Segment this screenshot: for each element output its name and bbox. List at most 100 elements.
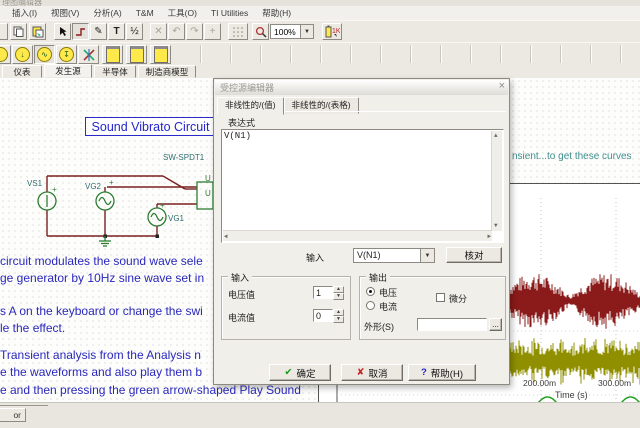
note-line-3: s A on the keyboard or change the swi [0, 304, 203, 318]
shape-browse-button[interactable]: ... [489, 318, 502, 331]
undo-button[interactable]: ↶ [168, 23, 185, 40]
current-source-icon: ↧ [59, 47, 74, 62]
menu-tm[interactable]: T&M [136, 8, 154, 18]
tab-nonlinear-value[interactable]: 非线性的/(值) [217, 97, 284, 115]
ellipsis-icon: ... [492, 320, 499, 329]
instrument-1-button[interactable] [102, 45, 123, 64]
select-tool-button[interactable] [54, 23, 71, 40]
toolbar-empty-cells [172, 45, 640, 63]
cursor-arrow-icon [59, 27, 66, 36]
voltage-value-field[interactable]: 1 [313, 286, 333, 299]
chevron-down-icon[interactable]: ▼ [300, 25, 313, 38]
cut-off-button[interactable] [0, 23, 8, 40]
spin-up-icon[interactable]: ▲ [333, 286, 344, 293]
label-u1b: U [205, 189, 211, 198]
close-icon[interactable]: × [499, 80, 505, 92]
input-variable-dropdown[interactable]: V(N1) ▼ [353, 248, 435, 263]
dialog-titlebar[interactable]: 受控源编辑器 [215, 80, 508, 95]
paste-icon[interactable] [29, 23, 46, 40]
menu-ti-utilities[interactable]: TI Utilities [211, 8, 248, 18]
tab-semiconductors[interactable]: 半导体 [94, 65, 136, 78]
menu-view[interactable]: 视图(V) [51, 7, 79, 19]
menu-help[interactable]: 帮助(H) [262, 7, 291, 19]
toolbar-components: ↓ ∿ ↧ [0, 42, 640, 66]
label-vg1: VG1 [168, 214, 185, 223]
voltage-generator-button[interactable]: ∿ [34, 45, 55, 64]
controlled-source-button[interactable] [78, 45, 99, 64]
instrument-icon [153, 46, 168, 63]
zoom-level-select[interactable]: 100% ▼ [270, 24, 314, 39]
help-button[interactable]: ? 帮助(H) [408, 364, 476, 381]
differential-checkbox[interactable] [436, 293, 445, 302]
menu-insert[interactable]: 插入(I) [12, 7, 37, 19]
verify-button[interactable]: 核对 [446, 247, 502, 263]
magnifier-icon [255, 26, 267, 38]
note-line-2: ge generator by 10Hz sine wave set in [0, 271, 205, 285]
text-tool-button[interactable]: T [108, 23, 125, 40]
wire-tool-button[interactable] [72, 23, 89, 40]
interactive-mode-button[interactable]: 1K [322, 23, 342, 40]
undo-icon: ↶ [172, 26, 181, 37]
fraction-icon: ½ [130, 26, 139, 37]
current-value-field[interactable]: 0 [313, 309, 333, 322]
cancel-button[interactable]: ✘ 取消 [341, 364, 403, 381]
source-cutoff-button[interactable] [0, 45, 11, 64]
x-axis-title: Time (s) [555, 390, 588, 400]
note-line-5: Transient analysis from the Analysis n [0, 348, 201, 362]
scroll-down-icon[interactable]: ▼ [494, 222, 498, 230]
tab-sources[interactable]: 发生源 [44, 64, 92, 78]
scroll-right-icon[interactable]: ► [487, 233, 491, 241]
menu-analysis[interactable]: 分析(A) [93, 7, 121, 19]
input-group-title: 输入 [228, 271, 253, 284]
current-value: 0 [316, 310, 322, 321]
voltage-radio-label: 电压 [379, 288, 398, 298]
pencil-tool-button[interactable]: ✎ [90, 23, 107, 40]
source-icon [0, 47, 8, 62]
chevron-down-icon[interactable]: ▼ [420, 249, 434, 262]
equation-tool-button[interactable]: ½ [126, 23, 143, 40]
toolbar-main: ✎ T ½ ✕ ↶ ↷ + 100% ▼ 1K [0, 20, 640, 44]
expression-textarea[interactable]: V(N1) ▲ ▼ ◄ ► [221, 129, 504, 243]
output-group-title: 输出 [366, 271, 391, 284]
text-tool-icon: T [113, 26, 120, 37]
voltage-radio[interactable] [366, 287, 375, 296]
spin-up-icon[interactable]: ▲ [333, 309, 344, 316]
spin-down-icon[interactable]: ▼ [333, 293, 344, 300]
editor-sheet-tab[interactable]: or [0, 408, 26, 422]
move-button[interactable]: + [204, 23, 221, 40]
voltage-source-button[interactable]: ↓ [12, 45, 33, 64]
instrument-icon [105, 46, 120, 63]
redo-button[interactable]: ↷ [186, 23, 203, 40]
schematic-title-box[interactable]: Sound Vibrato Circuit [85, 117, 216, 136]
zoom-button[interactable] [252, 23, 269, 40]
current-spinner[interactable]: ▲ ▼ [333, 309, 344, 323]
spin-down-icon[interactable]: ▼ [333, 316, 344, 323]
pencil-icon: ✎ [94, 26, 103, 37]
status-bar: or [0, 402, 640, 428]
current-radio[interactable] [366, 301, 375, 310]
menu-tools[interactable]: 工具(O) [168, 7, 197, 19]
wire-icon [76, 28, 85, 36]
tab-manufacturer-models[interactable]: 制造商模型 [138, 65, 196, 78]
copy-icon [13, 26, 24, 37]
delete-button[interactable]: ✕ [150, 23, 167, 40]
label-switch: SW-SPDT1 [163, 153, 205, 162]
copy-icon[interactable] [10, 23, 27, 40]
check-icon: ✔ [284, 367, 293, 378]
vertical-scrollbar[interactable]: ▲ ▼ [491, 131, 502, 231]
tab-instruments[interactable]: 仪表 [2, 65, 42, 78]
instrument-3-button[interactable] [150, 45, 171, 64]
ok-button[interactable]: ✔ 确定 [269, 364, 331, 381]
controlled-source-editor-dialog[interactable]: 受控源编辑器 × 非线性的/(值) 非线性的/(表格) 表达式 V(N1) ▲ … [213, 78, 510, 385]
horizontal-scrollbar[interactable]: ◄ ► [223, 230, 492, 241]
instrument-2-button[interactable] [126, 45, 147, 64]
current-generator-button[interactable]: ↧ [56, 45, 77, 64]
grid-toggle-button[interactable] [228, 23, 248, 40]
scroll-up-icon[interactable]: ▲ [494, 132, 498, 140]
teal-annotation: nsient...to get these curves [512, 151, 632, 162]
label-u1a: U [205, 174, 211, 183]
shape-field[interactable] [417, 318, 487, 331]
component-tab-bar: 仪表 发生源 半导体 制造商模型 [0, 64, 640, 79]
voltage-spinner[interactable]: ▲ ▼ [333, 286, 344, 300]
scroll-left-icon[interactable]: ◄ [224, 233, 228, 241]
